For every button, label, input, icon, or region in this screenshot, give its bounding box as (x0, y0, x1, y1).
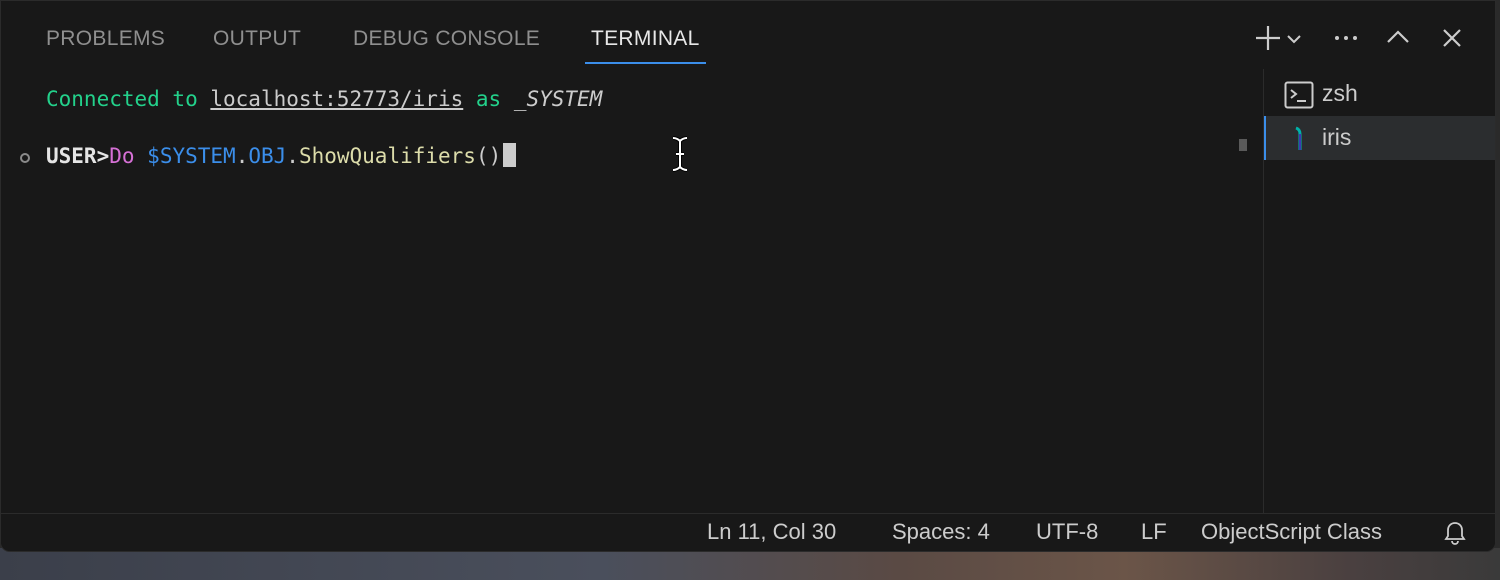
terminal-tab-iris[interactable]: iris (1264, 116, 1495, 160)
chevron-down-icon[interactable] (1283, 21, 1305, 55)
command-line: USER>Do $SYSTEM.OBJ.ShowQualifiers() (46, 143, 517, 168)
more-icon[interactable] (1329, 21, 1363, 55)
command-decoration-icon[interactable] (20, 153, 30, 163)
status-end-of-line[interactable]: LF (1141, 519, 1167, 545)
command-sysvar: $SYSTEM (147, 144, 236, 168)
tab-debug-console[interactable]: DEBUG CONSOLE (353, 25, 540, 65)
text-cursor (503, 143, 517, 167)
panel-tab-bar: PROBLEMS OUTPUT DEBUG CONSOLE TERMINAL (1, 1, 1495, 69)
command-dot-2: . (286, 144, 299, 168)
connection-user: _SYSTEM (513, 87, 603, 111)
tab-problems[interactable]: PROBLEMS (46, 25, 165, 65)
connection-line: Connected to localhost:52773/iris as _SY… (46, 87, 602, 111)
ibeam-cursor-icon (672, 136, 688, 172)
terminal-tab-label: iris (1322, 124, 1352, 150)
connection-prefix: Connected to (46, 87, 211, 111)
terminal-output[interactable]: Connected to localhost:52773/iris as _SY… (1, 69, 1261, 515)
terminal-tab-label: zsh (1322, 80, 1358, 106)
terminal-tab-zsh[interactable]: zsh (1264, 72, 1495, 116)
connection-host: localhost:52773/iris (210, 87, 464, 111)
bell-icon[interactable] (1442, 520, 1468, 546)
command-method: ShowQualifiers (298, 144, 476, 168)
command-dot-1: . (235, 144, 249, 168)
scrollbar-marker[interactable] (1239, 139, 1247, 151)
tab-output[interactable]: OUTPUT (213, 25, 301, 65)
command-obj: OBJ (248, 144, 287, 168)
iris-icon (1295, 126, 1302, 150)
status-bar: Ln 11, Col 30 Spaces: 4 UTF-8 LF ObjectS… (1, 513, 1495, 551)
tab-terminal[interactable]: TERMINAL (585, 25, 706, 65)
terminal-tabs-list: zsh iris (1263, 69, 1495, 515)
plus-icon[interactable] (1251, 21, 1285, 55)
status-language-mode[interactable]: ObjectScript Class (1201, 519, 1382, 545)
status-indentation[interactable]: Spaces: 4 (892, 519, 990, 545)
terminal-icon (1284, 81, 1314, 109)
command-keyword: Do (109, 144, 135, 168)
chevron-up-icon[interactable] (1381, 21, 1415, 55)
prompt-namespace: USER> (46, 144, 110, 168)
vscode-panel-window: PROBLEMS OUTPUT DEBUG CONSOLE TERMINAL C… (0, 0, 1496, 552)
status-cursor-position[interactable]: Ln 11, Col 30 (707, 519, 836, 545)
desktop-wallpaper (0, 548, 1500, 580)
command-parens: () (475, 144, 502, 168)
connection-middle: as (463, 87, 514, 111)
close-icon[interactable] (1435, 21, 1469, 55)
command-space (135, 144, 148, 168)
status-encoding[interactable]: UTF-8 (1036, 519, 1098, 545)
